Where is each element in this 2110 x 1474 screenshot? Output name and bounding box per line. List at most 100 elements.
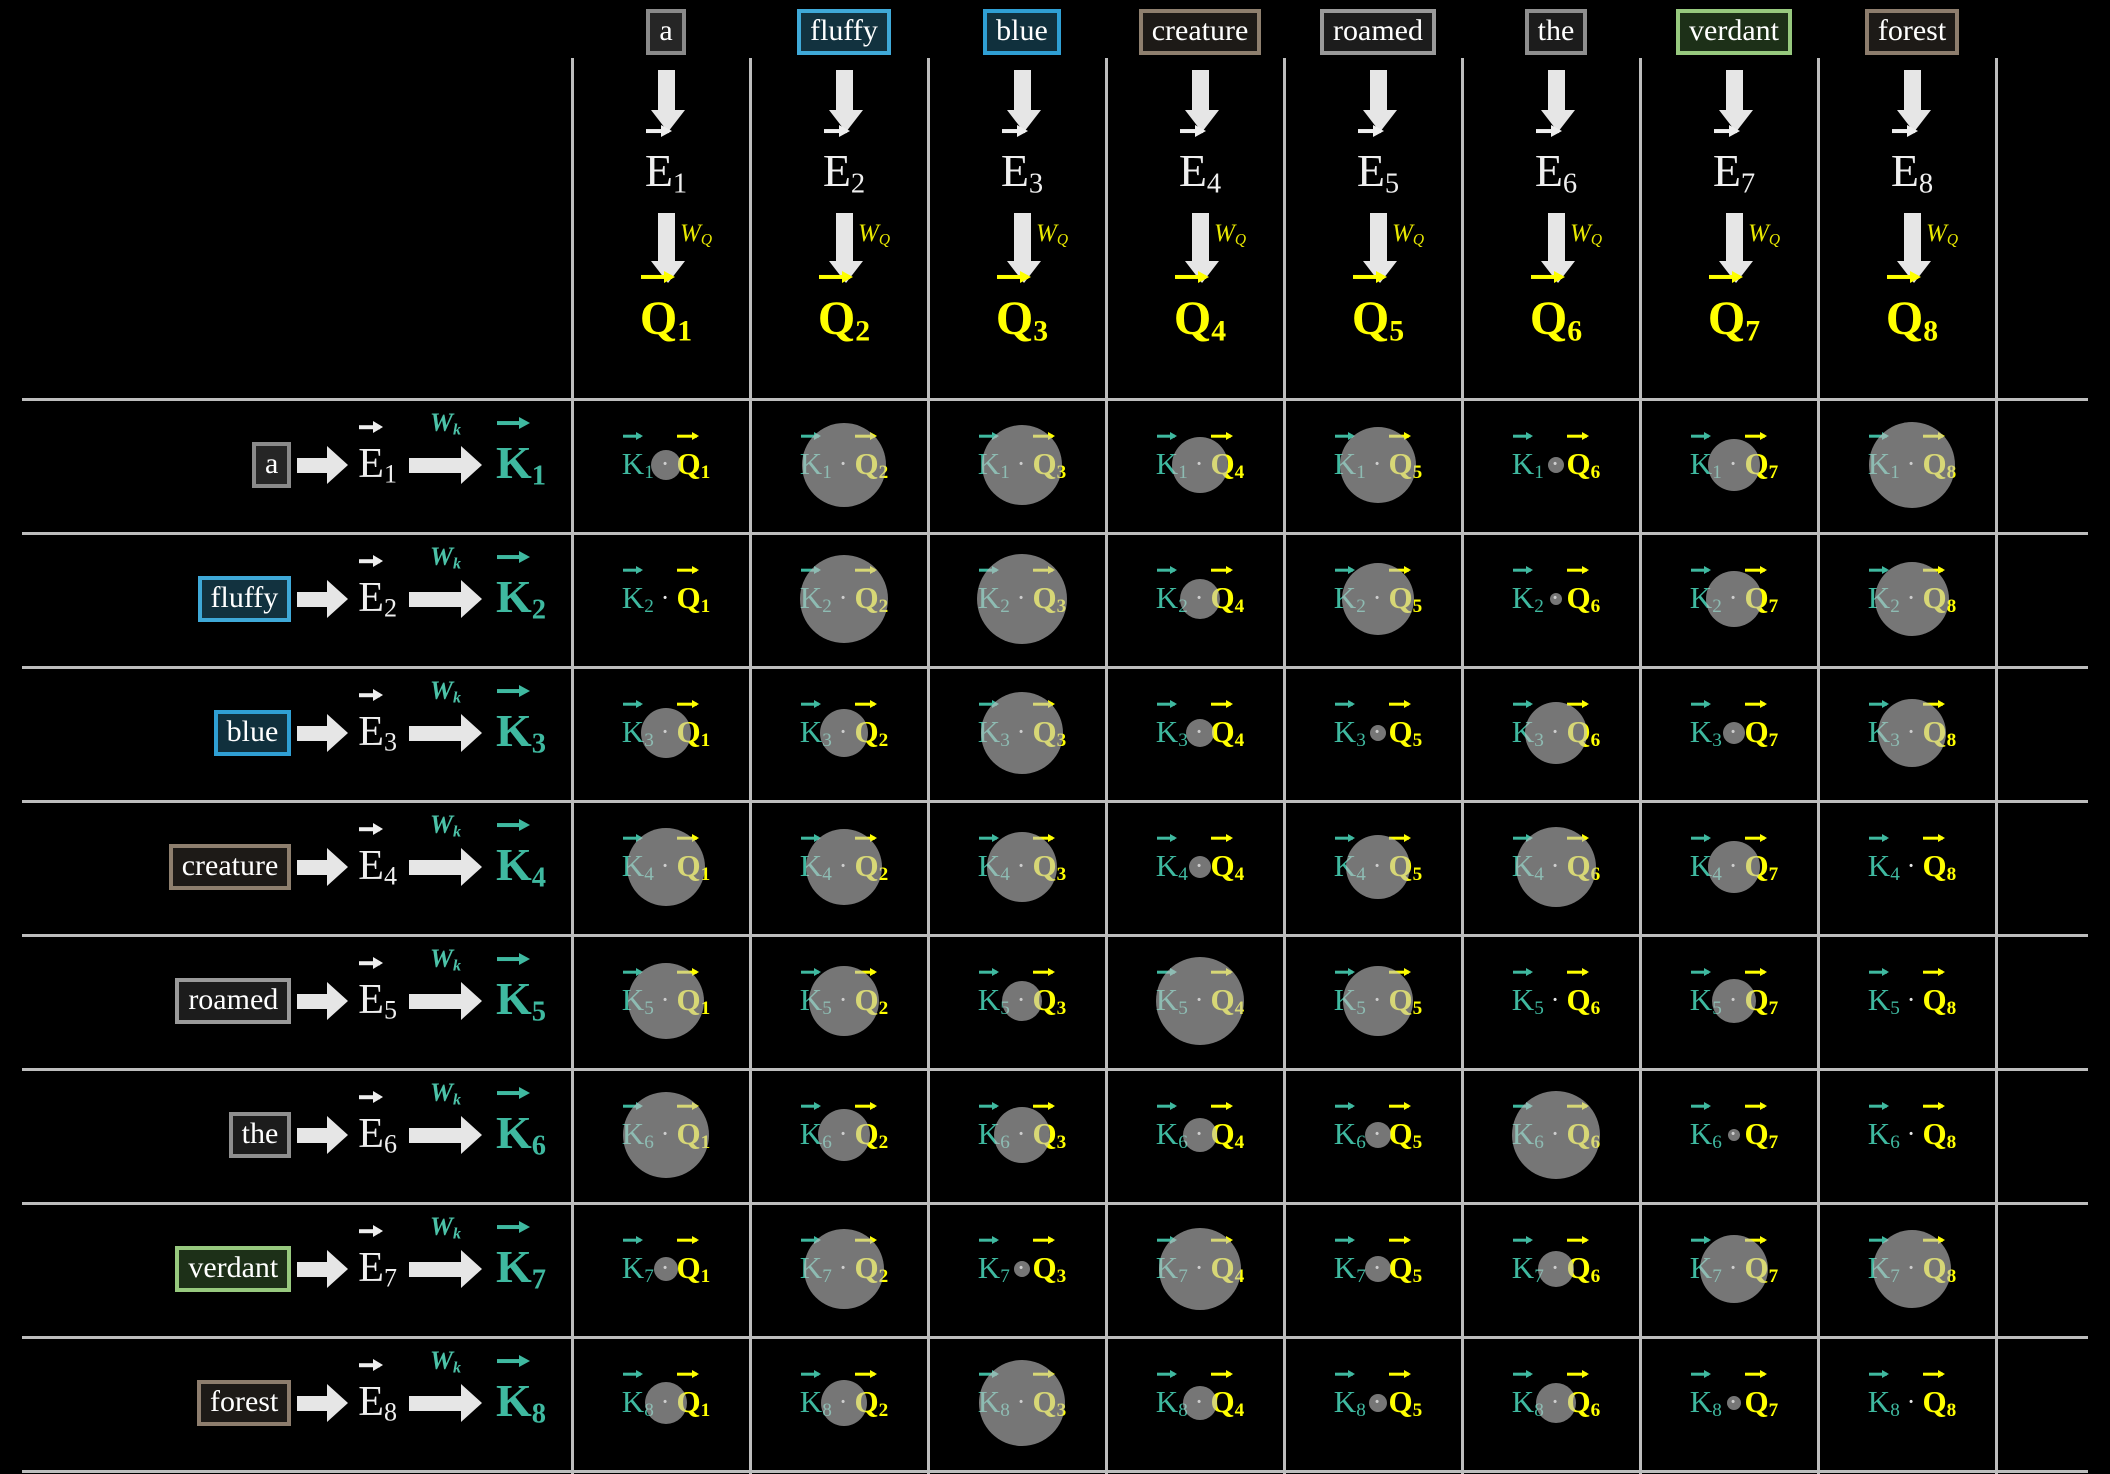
token-chip-forest-row[interactable]: forest bbox=[196, 1380, 292, 1426]
dot-product-cell-k3-q2[interactable]: K3 · Q2 bbox=[764, 670, 924, 796]
query-vector-term: Q2 bbox=[854, 984, 888, 1018]
dot-product-cell-k6-q3[interactable]: K6 · Q3 bbox=[942, 1072, 1102, 1198]
dot-product-cell-k4-q3[interactable]: K4 · Q3 bbox=[942, 804, 1102, 930]
vector-Q6: Q6 bbox=[1566, 582, 1600, 616]
vector-arrow-accent bbox=[1690, 1370, 1713, 1379]
vector-Q2: Q2 bbox=[854, 850, 888, 884]
dot-product-cell-k2-q4[interactable]: K2 · Q4 bbox=[1120, 536, 1280, 662]
dot-product-cell-k4-q7[interactable]: K4 · Q7 bbox=[1654, 804, 1814, 930]
key-vector-term: K4 bbox=[622, 850, 654, 884]
key-vector-term: K8 bbox=[978, 1386, 1010, 1420]
vector-Q4: Q4 bbox=[1210, 1252, 1244, 1286]
dot-product-cell-k3-q3[interactable]: K3 · Q3 bbox=[942, 670, 1102, 796]
vector-arrow-accent bbox=[676, 1370, 700, 1379]
dot-product-cell-k1-q3[interactable]: K1 · Q3 bbox=[942, 402, 1102, 528]
dot-product-cell-k8-q8[interactable]: K8 · Q8 bbox=[1832, 1340, 1992, 1466]
dot-product-cell-k8-q1[interactable]: K8 · Q1 bbox=[586, 1340, 746, 1466]
dot-product-cell-k8-q2[interactable]: K8 · Q2 bbox=[764, 1340, 924, 1466]
dot-product-cell-k1-q2[interactable]: K1 · Q2 bbox=[764, 402, 924, 528]
key-vector-term: K4 bbox=[978, 850, 1010, 884]
dot-product-cell-k2-q3[interactable]: K2 · Q3 bbox=[942, 536, 1102, 662]
token-chip-blue-row[interactable]: blue bbox=[213, 710, 292, 756]
row-header-blue: blue E3 Wk K3 bbox=[0, 670, 560, 796]
dot-product-cell-k2-q2[interactable]: K2 · Q2 bbox=[764, 536, 924, 662]
dot-product-cell-k6-q5[interactable]: K6 · Q5 bbox=[1298, 1072, 1458, 1198]
vector-Q5: Q5 bbox=[1388, 1386, 1422, 1420]
dot-product-cell-k7-q2[interactable]: K7 · Q2 bbox=[764, 1206, 924, 1332]
dot-product-expression: K2 · Q4 bbox=[1156, 582, 1244, 616]
token-chip-creature-col[interactable]: creature bbox=[1138, 9, 1262, 55]
token-chip-verdant-row[interactable]: verdant bbox=[175, 1246, 292, 1292]
dot-product-cell-k4-q4[interactable]: K4 · Q4 bbox=[1120, 804, 1280, 930]
dot-product-cell-k3-q1[interactable]: K3 · Q1 bbox=[586, 670, 746, 796]
token-chip-creature-row[interactable]: creature bbox=[168, 844, 292, 890]
vector-arrow-accent bbox=[1388, 1102, 1412, 1111]
dot-product-cell-k8-q7[interactable]: K8 · Q7 bbox=[1654, 1340, 1814, 1466]
dot-product-cell-k6-q6[interactable]: K6 · Q6 bbox=[1476, 1072, 1636, 1198]
vector-arrow-accent bbox=[854, 968, 878, 977]
dot-product-cell-k7-q4[interactable]: K7 · Q4 bbox=[1120, 1206, 1280, 1332]
dot-product-cell-k3-q8[interactable]: K3 · Q8 bbox=[1832, 670, 1992, 796]
dot-product-cell-k8-q6[interactable]: K8 · Q6 bbox=[1476, 1340, 1636, 1466]
dot-product-cell-k1-q6[interactable]: K1 · Q6 bbox=[1476, 402, 1636, 528]
dot-product-cell-k5-q7[interactable]: K5 · Q7 bbox=[1654, 938, 1814, 1064]
dot-product-cell-k3-q5[interactable]: K3 · Q5 bbox=[1298, 670, 1458, 796]
dot-product-cell-k5-q4[interactable]: K5 · Q4 bbox=[1120, 938, 1280, 1064]
dot-product-cell-k1-q4[interactable]: K1 · Q4 bbox=[1120, 402, 1280, 528]
token-chip-the-col[interactable]: the bbox=[1524, 9, 1588, 55]
query-vector-term: Q4 bbox=[1210, 1118, 1244, 1152]
dot-product-cell-k2-q8[interactable]: K2 · Q8 bbox=[1832, 536, 1992, 662]
dot-product-cell-k3-q6[interactable]: K3 · Q6 bbox=[1476, 670, 1636, 796]
token-chip-fluffy-col[interactable]: fluffy bbox=[797, 9, 891, 55]
dot-product-cell-k2-q6[interactable]: K2 · Q6 bbox=[1476, 536, 1636, 662]
dot-product-cell-k6-q4[interactable]: K6 · Q4 bbox=[1120, 1072, 1280, 1198]
dot-product-cell-k5-q2[interactable]: K5 · Q2 bbox=[764, 938, 924, 1064]
vector-K5: K5 bbox=[1512, 984, 1544, 1018]
query-vector-term: Q6 bbox=[1566, 850, 1600, 884]
dot-product-cell-k1-q7[interactable]: K1 · Q7 bbox=[1654, 402, 1814, 528]
dot-product-cell-k6-q8[interactable]: K6 · Q8 bbox=[1832, 1072, 1992, 1198]
dot-product-cell-k6-q7[interactable]: K6 · Q7 bbox=[1654, 1072, 1814, 1198]
dot-product-cell-k2-q1[interactable]: K2 · Q1 bbox=[586, 536, 746, 662]
token-chip-a-row[interactable]: a bbox=[251, 442, 292, 488]
dot-product-cell-k6-q1[interactable]: K6 · Q1 bbox=[586, 1072, 746, 1198]
token-chip-verdant-col[interactable]: verdant bbox=[1676, 9, 1792, 55]
dot-product-cell-k6-q2[interactable]: K6 · Q2 bbox=[764, 1072, 924, 1198]
dot-product-cell-k3-q7[interactable]: K3 · Q7 bbox=[1654, 670, 1814, 796]
dot-product-cell-k2-q5[interactable]: K2 · Q5 bbox=[1298, 536, 1458, 662]
dot-product-cell-k4-q2[interactable]: K4 · Q2 bbox=[764, 804, 924, 930]
dot-product-cell-k7-q5[interactable]: K7 · Q5 bbox=[1298, 1206, 1458, 1332]
token-chip-forest-col[interactable]: forest bbox=[1864, 9, 1960, 55]
token-chip-roamed-row[interactable]: roamed bbox=[175, 978, 292, 1024]
token-chip-roamed-col[interactable]: roamed bbox=[1320, 9, 1436, 55]
vector-arrow-accent bbox=[1566, 1236, 1590, 1245]
dot-product-cell-k4-q6[interactable]: K4 · Q6 bbox=[1476, 804, 1636, 930]
dot-product-cell-k7-q1[interactable]: K7 · Q1 bbox=[586, 1206, 746, 1332]
token-chip-the-row[interactable]: the bbox=[228, 1112, 292, 1158]
key-vector-term: K4 bbox=[1512, 850, 1544, 884]
token-chip-fluffy-row[interactable]: fluffy bbox=[197, 576, 292, 622]
dot-product-cell-k5-q1[interactable]: K5 · Q1 bbox=[586, 938, 746, 1064]
dot-product-cell-k5-q3[interactable]: K5 · Q3 bbox=[942, 938, 1102, 1064]
token-chip-blue-col[interactable]: blue bbox=[983, 9, 1061, 55]
dot-product-cell-k8-q4[interactable]: K8 · Q4 bbox=[1120, 1340, 1280, 1466]
vector-Q3: Q3 bbox=[1032, 716, 1066, 750]
dot-product-cell-k7-q8[interactable]: K7 · Q8 bbox=[1832, 1206, 1992, 1332]
dot-product-cell-k1-q5[interactable]: K1 · Q5 bbox=[1298, 402, 1458, 528]
dot-product-cell-k7-q3[interactable]: K7 · Q3 bbox=[942, 1206, 1102, 1332]
dot-product-cell-k2-q7[interactable]: K2 · Q7 bbox=[1654, 536, 1814, 662]
dot-product-cell-k8-q5[interactable]: K8 · Q5 bbox=[1298, 1340, 1458, 1466]
dot-product-cell-k8-q3[interactable]: K8 · Q3 bbox=[942, 1340, 1102, 1466]
dot-product-cell-k1-q1[interactable]: K1 · Q1 bbox=[586, 402, 746, 528]
token-chip-a-col[interactable]: a bbox=[646, 9, 686, 55]
dot-product-cell-k3-q4[interactable]: K3 · Q4 bbox=[1120, 670, 1280, 796]
dot-product-cell-k5-q5[interactable]: K5 · Q5 bbox=[1298, 938, 1458, 1064]
dot-product-cell-k5-q8[interactable]: K5 · Q8 bbox=[1832, 938, 1992, 1064]
dot-product-cell-k5-q6[interactable]: K5 · Q6 bbox=[1476, 938, 1636, 1064]
dot-product-cell-k7-q6[interactable]: K7 · Q6 bbox=[1476, 1206, 1636, 1332]
dot-product-cell-k4-q8[interactable]: K4 · Q8 bbox=[1832, 804, 1992, 930]
dot-product-cell-k1-q8[interactable]: K1 · Q8 bbox=[1832, 402, 1992, 528]
dot-product-cell-k7-q7[interactable]: K7 · Q7 bbox=[1654, 1206, 1814, 1332]
dot-product-cell-k4-q5[interactable]: K4 · Q5 bbox=[1298, 804, 1458, 930]
dot-product-cell-k4-q1[interactable]: K4 · Q1 bbox=[586, 804, 746, 930]
